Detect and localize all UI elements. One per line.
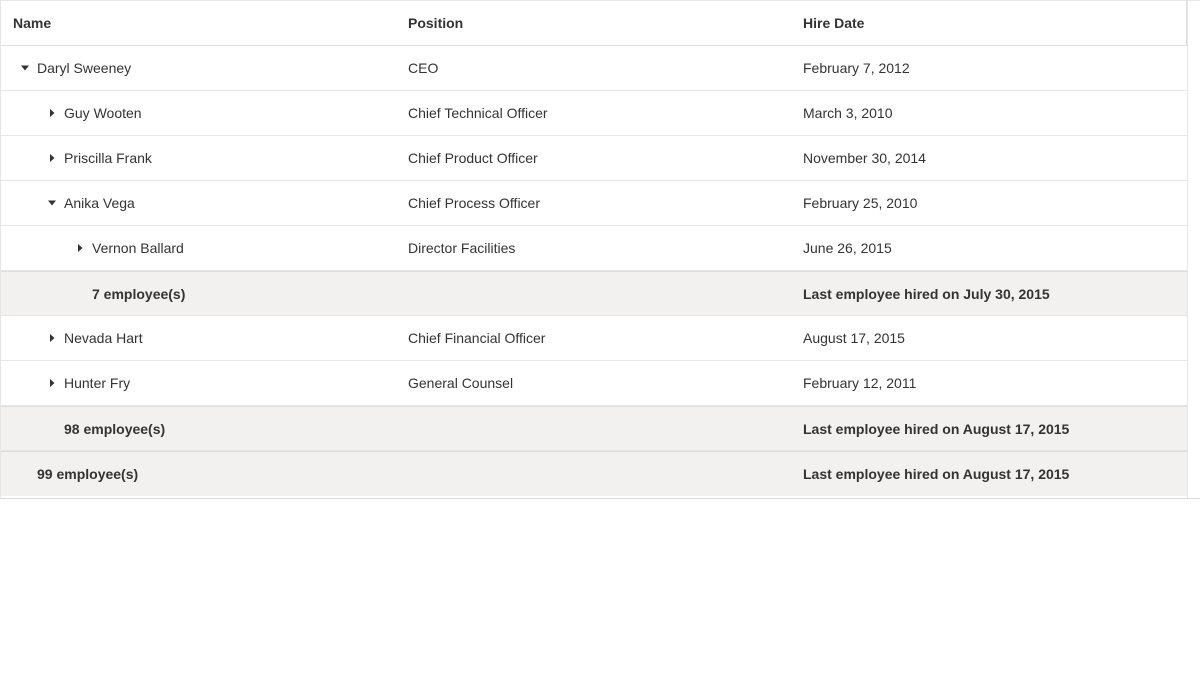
footer-employee-count: 7 employee(s) bbox=[92, 286, 186, 302]
treelist-body: Daryl Sweeney CEO February 7, 2012 Guy W… bbox=[1, 46, 1187, 496]
cell-name: Anika Vega bbox=[64, 195, 135, 211]
caret-right-icon[interactable] bbox=[47, 333, 57, 343]
table-row[interactable]: Guy Wooten Chief Technical Officer March… bbox=[1, 91, 1187, 136]
cell-hire-date: November 30, 2014 bbox=[803, 150, 926, 166]
group-footer-row: 98 employee(s) Last employee hired on Au… bbox=[1, 406, 1187, 451]
cell-hire-date: February 25, 2010 bbox=[803, 195, 918, 211]
cell-hire-date: March 3, 2010 bbox=[803, 105, 893, 121]
cell-name: Hunter Fry bbox=[64, 375, 131, 391]
cell-hire-date: August 17, 2015 bbox=[803, 330, 905, 346]
cell-name: Guy Wooten bbox=[64, 105, 142, 121]
footer-employee-count: 99 employee(s) bbox=[37, 466, 139, 482]
caret-down-icon[interactable] bbox=[47, 198, 57, 208]
caret-right-icon[interactable] bbox=[47, 378, 57, 388]
cell-position: Director Facilities bbox=[408, 240, 516, 256]
cell-position: Chief Product Officer bbox=[408, 150, 538, 166]
column-header-position[interactable]: Position bbox=[408, 1, 463, 45]
cell-hire-date: February 7, 2012 bbox=[803, 60, 910, 76]
column-header-hire-date[interactable]: Hire Date bbox=[803, 1, 864, 45]
table-row[interactable]: Daryl Sweeney CEO February 7, 2012 bbox=[1, 46, 1187, 91]
footer-last-hired: Last employee hired on July 30, 2015 bbox=[803, 286, 1050, 302]
table-row[interactable]: Vernon Ballard Director Facilities June … bbox=[1, 226, 1187, 271]
cell-name: Nevada Hart bbox=[64, 330, 143, 346]
caret-right-icon[interactable] bbox=[75, 243, 85, 253]
footer-last-hired: Last employee hired on August 17, 2015 bbox=[803, 421, 1070, 437]
caret-right-icon[interactable] bbox=[47, 153, 57, 163]
treelist-header: Name Position Hire Date bbox=[1, 1, 1187, 46]
vertical-scrollbar[interactable] bbox=[1187, 1, 1200, 498]
cell-hire-date: June 26, 2015 bbox=[803, 240, 892, 256]
cell-position: Chief Technical Officer bbox=[408, 105, 548, 121]
table-row[interactable]: Anika Vega Chief Process Officer Februar… bbox=[1, 181, 1187, 226]
cell-position: General Counsel bbox=[408, 375, 514, 391]
column-header-name[interactable]: Name bbox=[13, 1, 51, 45]
footer-last-hired: Last employee hired on August 17, 2015 bbox=[803, 466, 1070, 482]
cell-name: Priscilla Frank bbox=[64, 150, 152, 166]
table-row[interactable]: Nevada Hart Chief Financial Officer Augu… bbox=[1, 316, 1187, 361]
cell-name: Vernon Ballard bbox=[92, 240, 184, 256]
table-row[interactable]: Priscilla Frank Chief Product Officer No… bbox=[1, 136, 1187, 181]
cell-hire-date: February 12, 2011 bbox=[803, 375, 917, 391]
table-row[interactable]: Hunter Fry General Counsel February 12, … bbox=[1, 361, 1187, 406]
cell-position: Chief Financial Officer bbox=[408, 330, 546, 346]
cell-position: CEO bbox=[408, 60, 439, 76]
total-footer-row: 99 employee(s) Last employee hired on Au… bbox=[1, 451, 1187, 496]
cell-name: Daryl Sweeney bbox=[37, 60, 132, 76]
caret-right-icon[interactable] bbox=[47, 108, 57, 118]
caret-down-icon[interactable] bbox=[20, 63, 30, 73]
cell-position: Chief Process Officer bbox=[408, 195, 541, 211]
group-footer-row: 7 employee(s) Last employee hired on Jul… bbox=[1, 271, 1187, 316]
footer-employee-count: 98 employee(s) bbox=[64, 421, 166, 437]
treelist-grid: Name Position Hire Date Daryl Sweeney CE… bbox=[0, 0, 1200, 499]
